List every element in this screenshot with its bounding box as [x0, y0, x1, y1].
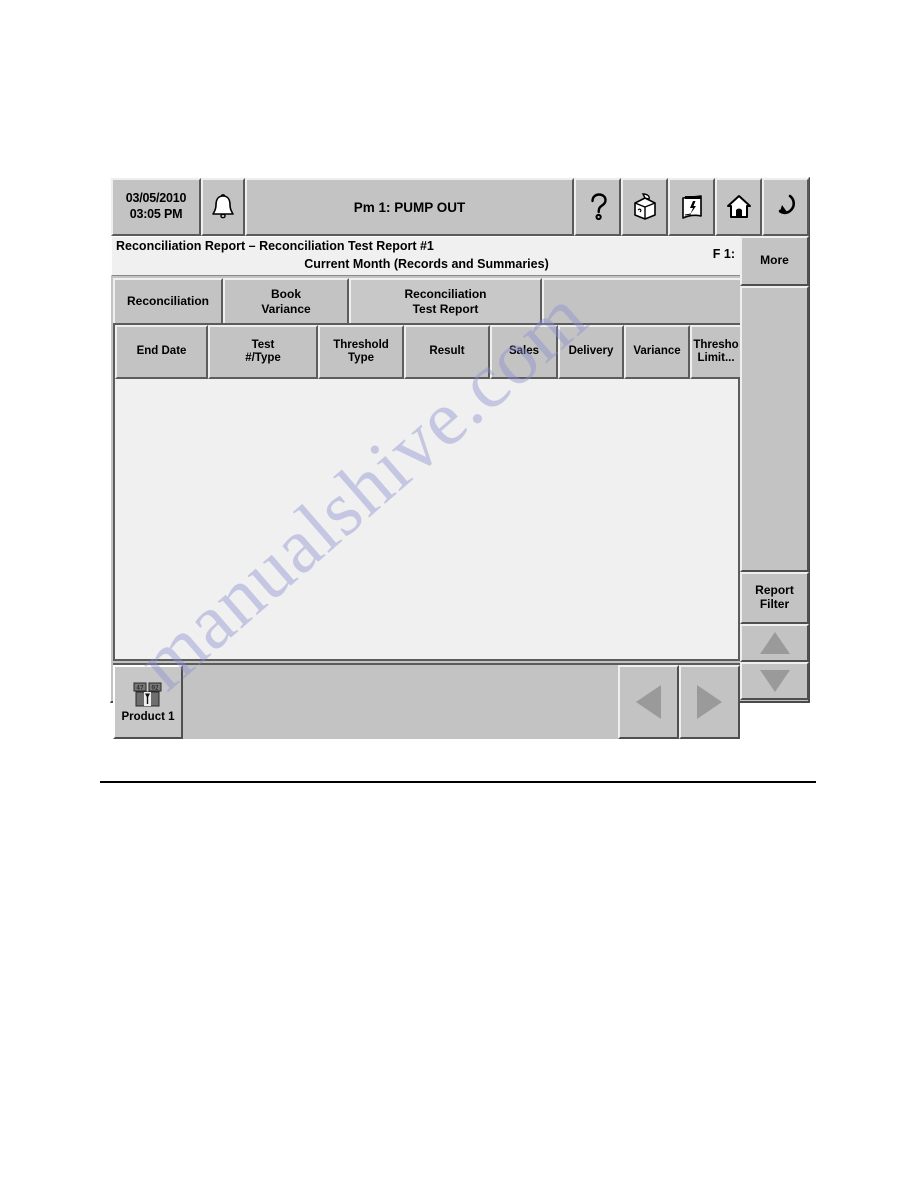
column-header-end-date[interactable]: End Date	[115, 325, 208, 379]
current-time: 03:05 PM	[129, 207, 183, 221]
report-filter-button[interactable]: Report Filter	[740, 572, 809, 624]
report-header-strip: Reconciliation Report – Reconciliation T…	[111, 236, 809, 278]
status-title: Pm 1: PUMP OUT	[245, 178, 574, 236]
svg-text:02: 02	[151, 684, 159, 691]
home-icon	[725, 192, 753, 222]
column-header-delivery[interactable]: Delivery	[558, 325, 624, 379]
top-status-bar: 03/05/2010 03:05 PM Pm 1: PUMP OUT	[111, 178, 809, 236]
delivery-button[interactable]	[621, 178, 668, 236]
column-header-threshold-type[interactable]: Threshold Type	[318, 325, 404, 379]
help-button[interactable]	[574, 178, 621, 236]
tab-reconciliation[interactable]: Reconciliation	[113, 278, 223, 323]
status-title-text: Pm 1: PUMP OUT	[353, 199, 466, 215]
report-icon	[679, 192, 705, 222]
triangle-right-icon	[697, 685, 722, 719]
report-title: Reconciliation Report – Reconciliation T…	[116, 239, 434, 253]
return-button[interactable]	[762, 178, 809, 236]
console-window: 03/05/2010 03:05 PM Pm 1: PUMP OUT Recon…	[110, 177, 810, 739]
report-subtitle: Current Month (Records and Summaries)	[304, 257, 549, 271]
tank-gauge-icon: 47 02	[131, 682, 165, 708]
function-button-column: More Report Filter	[740, 236, 809, 700]
report-table: End Date Test #/Type Threshold Type Result Sal…	[113, 323, 742, 661]
tab-reconciliation-test-report[interactable]: Reconciliation Test Report	[349, 278, 542, 323]
scroll-down-button[interactable]	[740, 662, 809, 700]
more-button[interactable]: More	[740, 236, 809, 286]
tab-bar: Reconciliation Book Variance Reconciliation…	[113, 278, 740, 323]
table-body[interactable]	[115, 379, 738, 659]
column-header-thresho-limit[interactable]: Thresho Limit...	[690, 325, 742, 379]
bell-icon	[210, 192, 236, 222]
scroll-up-button[interactable]	[740, 624, 809, 662]
column-header-variance[interactable]: Variance	[624, 325, 690, 379]
tab-book-variance[interactable]: Book Variance	[223, 278, 349, 323]
table-column-headers: End Date Test #/Type Threshold Type Result Sal…	[115, 325, 742, 379]
more-button-label: More	[760, 253, 789, 268]
return-icon	[773, 192, 799, 222]
page-divider-rule	[100, 781, 816, 783]
triangle-down-icon	[759, 670, 790, 692]
current-date: 03/05/2010	[125, 191, 187, 206]
tab-empty	[542, 278, 740, 323]
bottom-bar-spacer	[183, 665, 618, 739]
bottom-bar: 47 02 Product 1	[113, 663, 740, 739]
alarm-button[interactable]	[201, 178, 245, 236]
svg-text:47: 47	[136, 684, 144, 691]
help-icon	[586, 192, 610, 222]
report-filter-label: Report Filter	[755, 583, 794, 611]
print-report-button[interactable]	[668, 178, 715, 236]
product-1-button[interactable]: 47 02 Product 1	[113, 665, 183, 739]
column-header-result[interactable]: Result	[404, 325, 490, 379]
empty-function-panel	[740, 286, 809, 572]
home-button[interactable]	[715, 178, 762, 236]
delivery-icon	[630, 192, 660, 222]
previous-page-button[interactable]	[618, 665, 679, 739]
column-header-test-type[interactable]: Test #/Type	[208, 325, 318, 379]
product-1-label: Product 1	[121, 710, 175, 723]
column-header-sales[interactable]: Sales	[490, 325, 558, 379]
triangle-up-icon	[759, 632, 790, 654]
report-header-panel: Reconciliation Report – Reconciliation T…	[111, 236, 742, 276]
triangle-left-icon	[636, 685, 661, 719]
next-page-button[interactable]	[679, 665, 740, 739]
datetime-display: 03/05/2010 03:05 PM	[111, 178, 201, 236]
